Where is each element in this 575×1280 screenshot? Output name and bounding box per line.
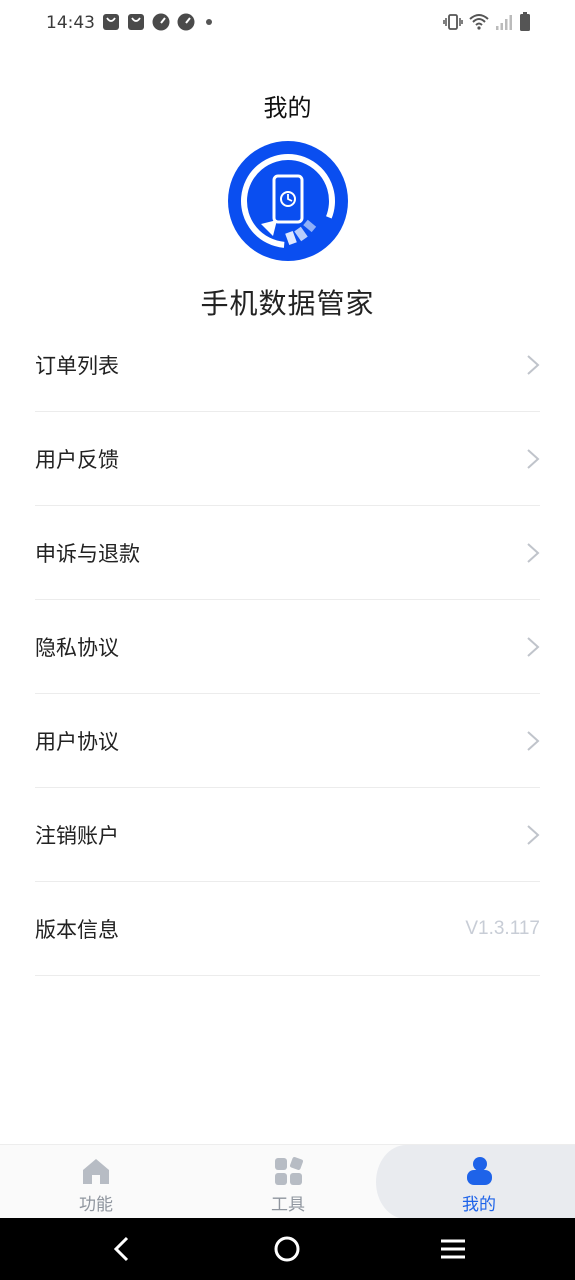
menu-item-label: 版本信息 — [35, 917, 119, 942]
menu-item-label: 用户协议 — [35, 729, 119, 754]
chevron-right-icon — [527, 730, 540, 751]
back-button[interactable] — [82, 1218, 162, 1280]
home-button[interactable] — [247, 1218, 327, 1280]
tab-label: 我的 — [462, 1195, 496, 1215]
menu-item-feedback[interactable]: 用户反馈 — [35, 412, 540, 506]
phone-sync-logo-icon — [228, 141, 348, 261]
menu-lines-icon — [441, 1239, 465, 1259]
menu-item-version: 版本信息 V1.3.117 — [35, 882, 540, 976]
menu-item-appeal-refund[interactable]: 申诉与退款 — [35, 506, 540, 600]
menu-item-delete-account[interactable]: 注销账户 — [35, 788, 540, 882]
menu-item-user-agreement[interactable]: 用户协议 — [35, 694, 540, 788]
recents-button[interactable] — [413, 1218, 493, 1280]
menu-item-label: 申诉与退款 — [35, 541, 140, 566]
menu-item-label: 订单列表 — [35, 353, 119, 378]
grid-tools-icon — [275, 1157, 303, 1185]
menu-item-label: 隐私协议 — [35, 635, 119, 660]
tab-mine[interactable]: 我的 — [383, 1145, 575, 1219]
menu-item-label: 用户反馈 — [35, 447, 119, 472]
app-name: 手机数据管家 — [200, 287, 375, 320]
speedometer-icon — [152, 13, 170, 31]
notification-icons — [102, 13, 212, 31]
dot-icon — [206, 19, 212, 25]
chevron-right-icon — [527, 636, 540, 657]
tab-tools[interactable]: 工具 — [192, 1145, 384, 1219]
shopping-bag-icon — [128, 14, 144, 30]
signal-icon — [496, 15, 512, 30]
user-icon — [467, 1157, 492, 1185]
tab-label: 功能 — [79, 1195, 113, 1215]
page-title: 我的 — [263, 94, 312, 122]
wifi-icon — [469, 14, 489, 30]
menu-item-label: 注销账户 — [35, 823, 119, 848]
status-bar: 14:43 — [0, 0, 575, 48]
back-icon — [113, 1236, 129, 1262]
chevron-right-icon — [527, 354, 540, 375]
settings-menu: 订单列表 用户反馈 申诉与退款 隐私协议 用户协议 注销账户 版本信息 V1.3… — [35, 318, 540, 976]
chevron-right-icon — [527, 448, 540, 469]
speedometer-icon — [177, 13, 195, 31]
system-nav-bar — [0, 1218, 575, 1280]
menu-item-order-list[interactable]: 订单列表 — [35, 318, 540, 412]
battery-icon — [520, 12, 530, 31]
status-time: 14:43 — [46, 13, 95, 33]
system-status-icons — [443, 12, 531, 32]
menu-item-privacy-policy[interactable]: 隐私协议 — [35, 600, 540, 694]
chevron-right-icon — [527, 824, 540, 845]
version-value: V1.3.117 — [465, 917, 540, 939]
bottom-nav: 功能 工具 我的 — [0, 1144, 575, 1219]
shopping-bag-icon — [103, 14, 119, 30]
tab-functions[interactable]: 功能 — [0, 1145, 192, 1219]
vibrate-icon — [443, 14, 463, 30]
chevron-right-icon — [527, 542, 540, 563]
tab-label: 工具 — [271, 1195, 305, 1215]
home-circle-icon — [274, 1236, 300, 1262]
home-icon — [83, 1159, 109, 1184]
